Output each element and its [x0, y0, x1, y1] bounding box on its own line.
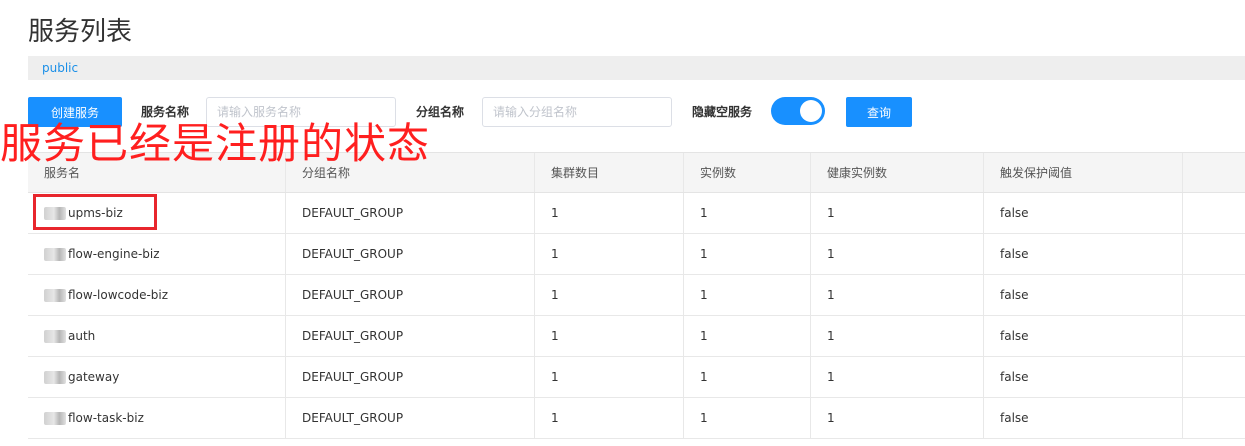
- cell-cluster-count: 1: [534, 316, 683, 356]
- group-name-input[interactable]: [482, 97, 672, 127]
- cell-actions: [1182, 234, 1245, 274]
- cell-cluster-count: 1: [534, 398, 683, 438]
- cell-protect-threshold: false: [983, 234, 1182, 274]
- table-row: auth DEFAULT_GROUP 1 1 1 false: [28, 316, 1245, 357]
- service-name-text: flow-engine-biz: [68, 247, 160, 261]
- cell-healthy-count: 1: [810, 234, 983, 274]
- hide-empty-services-toggle[interactable]: [771, 97, 825, 125]
- redacted-prefix: [44, 370, 66, 384]
- redacted-prefix: [44, 247, 66, 261]
- cell-service-name: flow-lowcode-biz: [28, 275, 285, 315]
- header-actions: [1182, 153, 1245, 192]
- service-name-text: flow-lowcode-biz: [68, 288, 169, 302]
- service-name-text: auth: [68, 329, 96, 343]
- cell-healthy-count: 1: [810, 357, 983, 397]
- cell-healthy-count: 1: [810, 193, 983, 233]
- table-row: gateway DEFAULT_GROUP 1 1 1 false: [28, 357, 1245, 398]
- service-table: 服务名 分组名称 集群数目 实例数 健康实例数 触发保护阈值 upms-biz …: [28, 152, 1245, 439]
- cell-protect-threshold: false: [983, 398, 1182, 438]
- header-protect-threshold: 触发保护阈值: [983, 153, 1182, 192]
- cell-service-name: gateway: [28, 357, 285, 397]
- cell-group-name: DEFAULT_GROUP: [285, 357, 534, 397]
- cell-instance-count: 1: [683, 357, 810, 397]
- cell-instance-count: 1: [683, 193, 810, 233]
- cell-group-name: DEFAULT_GROUP: [285, 234, 534, 274]
- cell-group-name: DEFAULT_GROUP: [285, 316, 534, 356]
- service-name-text: flow-task-biz: [68, 411, 144, 425]
- redacted-prefix: [44, 411, 66, 425]
- cell-protect-threshold: false: [983, 193, 1182, 233]
- cell-group-name: DEFAULT_GROUP: [285, 275, 534, 315]
- table-row: flow-task-biz DEFAULT_GROUP 1 1 1 false: [28, 398, 1245, 439]
- cell-protect-threshold: false: [983, 275, 1182, 315]
- table-row: flow-lowcode-biz DEFAULT_GROUP 1 1 1 fal…: [28, 275, 1245, 316]
- header-cluster-count: 集群数目: [534, 153, 683, 192]
- annotation-text: 服务已经是注册的状态: [0, 119, 431, 168]
- namespace-link-public[interactable]: public: [42, 60, 78, 76]
- cell-instance-count: 1: [683, 316, 810, 356]
- service-name-text: gateway: [68, 370, 120, 384]
- cell-actions: [1182, 357, 1245, 397]
- redacted-prefix: [44, 288, 66, 302]
- cell-cluster-count: 1: [534, 275, 683, 315]
- cell-instance-count: 1: [683, 275, 810, 315]
- toggle-knob: [800, 100, 822, 122]
- hide-empty-services-label: 隐藏空服务: [692, 105, 753, 119]
- query-button[interactable]: 查询: [846, 97, 912, 127]
- cell-group-name: DEFAULT_GROUP: [285, 398, 534, 438]
- table-row: flow-engine-biz DEFAULT_GROUP 1 1 1 fals…: [28, 234, 1245, 275]
- cell-actions: [1182, 193, 1245, 233]
- page-title: 服务列表: [28, 17, 133, 47]
- cell-healthy-count: 1: [810, 398, 983, 438]
- cell-cluster-count: 1: [534, 193, 683, 233]
- cell-group-name: DEFAULT_GROUP: [285, 193, 534, 233]
- cell-protect-threshold: false: [983, 316, 1182, 356]
- redacted-prefix: [44, 329, 66, 343]
- cell-service-name: flow-task-biz: [28, 398, 285, 438]
- annotation-highlight-box: [33, 194, 157, 230]
- cell-instance-count: 1: [683, 398, 810, 438]
- cell-healthy-count: 1: [810, 275, 983, 315]
- cell-protect-threshold: false: [983, 357, 1182, 397]
- table-row: upms-biz DEFAULT_GROUP 1 1 1 false: [28, 193, 1245, 234]
- cell-cluster-count: 1: [534, 357, 683, 397]
- header-instance-count: 实例数: [683, 153, 810, 192]
- namespace-bar: public: [28, 56, 1245, 80]
- cell-instance-count: 1: [683, 234, 810, 274]
- cell-actions: [1182, 398, 1245, 438]
- cell-cluster-count: 1: [534, 234, 683, 274]
- cell-actions: [1182, 316, 1245, 356]
- cell-service-name: flow-engine-biz: [28, 234, 285, 274]
- cell-actions: [1182, 275, 1245, 315]
- header-healthy-instance-count: 健康实例数: [810, 153, 983, 192]
- cell-healthy-count: 1: [810, 316, 983, 356]
- cell-service-name: auth: [28, 316, 285, 356]
